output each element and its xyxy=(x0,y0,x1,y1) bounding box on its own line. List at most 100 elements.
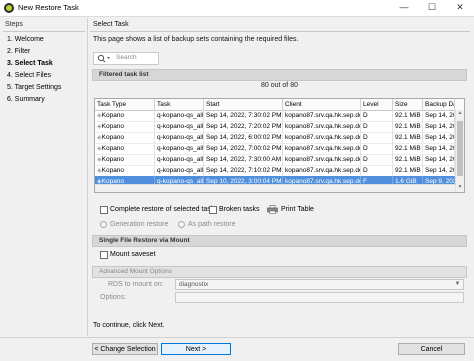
bottom-divider xyxy=(0,337,474,338)
rds-label: RDS to mount on: xyxy=(108,281,164,288)
step-select-task: 3. Select Task xyxy=(7,60,53,67)
filtered-task-list-label: Filtered task list xyxy=(99,71,149,78)
table-cell: q-kopano-qs_all xyxy=(157,143,204,154)
print-table-button[interactable]: Print Table xyxy=(281,206,314,213)
printer-icon[interactable] xyxy=(267,205,278,214)
col-task[interactable]: Task xyxy=(155,99,204,110)
table-cell: Sep 14, 2022 xyxy=(423,121,455,132)
table-cell: q-kopano-qs_all xyxy=(157,110,204,121)
table-cell: Sep 14, 2022 xyxy=(423,143,455,154)
as-path-restore-label: As path restore xyxy=(188,221,236,228)
horizontal-scrollbar[interactable] xyxy=(95,184,455,192)
minimize-button[interactable]: — xyxy=(390,0,418,16)
single-file-restore-label: Single File Restore via Mount xyxy=(99,237,190,244)
table-cell: D xyxy=(361,121,393,132)
task-type-text: Kopano xyxy=(101,145,125,152)
table-cell: 92.1 MiB xyxy=(393,154,423,165)
task-table[interactable]: Task Type Task Start Client Level Size B… xyxy=(94,98,465,193)
table-cell: ◈Kopano xyxy=(95,143,155,154)
col-backup-day[interactable]: Backup Day xyxy=(423,99,455,110)
as-path-restore-radio xyxy=(178,221,185,228)
step-filter: 2. Filter xyxy=(7,48,31,55)
table-cell: q-kopano-qs_all xyxy=(157,154,204,165)
scroll-up-arrow[interactable]: ▲ xyxy=(456,110,464,117)
table-cell: q-kopano-qs_all xyxy=(157,165,204,176)
table-cell: D xyxy=(361,110,393,121)
table-cell: kopano87.srv.qa.hk.sep.de xyxy=(285,165,361,176)
task-type-text: Kopano xyxy=(101,112,125,119)
col-size[interactable]: Size xyxy=(393,99,423,110)
table-cell: D xyxy=(361,154,393,165)
sidebar-separator xyxy=(87,18,88,336)
maximize-button[interactable]: ☐ xyxy=(418,0,446,16)
table-cell: 92.1 MiB xyxy=(393,143,423,154)
table-cell: 92.1 MiB xyxy=(393,165,423,176)
table-cell: kopano87.srv.qa.hk.sep.de xyxy=(285,121,361,132)
table-cell: ◈Kopano xyxy=(95,110,155,121)
search-placeholder: Search xyxy=(116,54,137,61)
generation-restore-label: Generation restore xyxy=(110,221,169,228)
scroll-down-arrow[interactable]: ▼ xyxy=(456,184,464,191)
task-type-text: Kopano xyxy=(101,167,125,174)
step-target-settings: 5. Target Settings xyxy=(7,84,62,91)
search-icon xyxy=(97,54,110,63)
app-logo-icon xyxy=(4,3,14,13)
table-cell: ◈Kopano xyxy=(95,121,155,132)
mount-saveset-checkbox[interactable] xyxy=(100,251,108,259)
next-button[interactable]: Next > xyxy=(161,343,231,355)
vertical-scrollbar[interactable]: ▲ ▼ xyxy=(455,110,464,192)
steps-heading: Steps xyxy=(5,21,23,28)
table-cell: q-kopano-qs_all xyxy=(157,121,204,132)
result-count: 80 out of 80 xyxy=(261,82,298,89)
scroll-thumb[interactable] xyxy=(457,121,463,176)
advanced-mount-options-label: Advanced Mount Options xyxy=(99,268,172,275)
table-cell: kopano87.srv.qa.hk.sep.de xyxy=(285,132,361,143)
col-level[interactable]: Level xyxy=(361,99,393,110)
col-start[interactable]: Start xyxy=(204,99,283,110)
cancel-button[interactable]: Cancel xyxy=(398,343,465,355)
table-cell: ◈Kopano xyxy=(95,165,155,176)
table-cell: 92.1 MiB xyxy=(393,132,423,143)
page-description: This page shows a list of backup sets co… xyxy=(93,36,299,43)
search-input[interactable]: Search xyxy=(93,52,159,65)
col-task-type[interactable]: Task Type xyxy=(95,99,155,110)
close-button[interactable]: ✕ xyxy=(446,0,474,16)
generation-restore-radio xyxy=(100,221,107,228)
table-cell: Sep 14, 2022 xyxy=(423,132,455,143)
task-type-text: Kopano xyxy=(101,156,125,163)
table-cell: Sep 14, 2022 xyxy=(423,154,455,165)
footer-hint: To continue, click Next. xyxy=(93,322,165,329)
table-cell: Sep 14, 2022, 7:10:02 PM xyxy=(206,165,283,176)
broken-tasks-checkbox[interactable] xyxy=(209,206,217,214)
table-cell: Sep 14, 2022, 7:00:02 PM xyxy=(206,143,283,154)
table-cell: D xyxy=(361,165,393,176)
broken-tasks-label: Broken tasks xyxy=(219,206,260,213)
step-welcome: 1. Welcome xyxy=(7,36,44,43)
chevron-down-icon: ▼ xyxy=(454,281,461,287)
options-input xyxy=(175,292,464,303)
complete-restore-label: Complete restore of selected task xyxy=(110,206,215,213)
table-cell: Sep 14, 2022, 7:20:02 PM xyxy=(206,121,283,132)
table-cell: Sep 14, 2022, 7:30:02 PM xyxy=(206,110,283,121)
advanced-mount-options-header: Advanced Mount Options xyxy=(92,266,467,278)
table-cell: kopano87.srv.qa.hk.sep.de xyxy=(285,143,361,154)
page-title: Select Task xyxy=(93,21,129,28)
table-cell: Sep 14, 2022 xyxy=(423,165,455,176)
single-file-restore-header: Single File Restore via Mount xyxy=(92,235,467,247)
task-type-text: Kopano xyxy=(101,123,125,130)
step-select-files: 4. Select Files xyxy=(7,72,51,79)
title-divider xyxy=(90,31,470,32)
window-title: New Restore Task xyxy=(18,3,79,12)
table-cell: 92.1 MiB xyxy=(393,121,423,132)
rds-value: diagnostix xyxy=(179,281,209,288)
change-selection-button[interactable]: < Change Selection xyxy=(92,343,158,355)
table-cell: D xyxy=(361,132,393,143)
table-cell: ◈Kopano xyxy=(95,132,155,143)
col-client[interactable]: Client xyxy=(283,99,361,110)
complete-restore-checkbox[interactable] xyxy=(100,206,108,214)
mount-saveset-label: Mount saveset xyxy=(110,251,156,258)
steps-divider xyxy=(3,31,85,32)
filtered-task-list-header: Filtered task list xyxy=(92,69,467,81)
table-cell: 92.1 MiB xyxy=(393,110,423,121)
task-type-text: Kopano xyxy=(101,134,125,141)
